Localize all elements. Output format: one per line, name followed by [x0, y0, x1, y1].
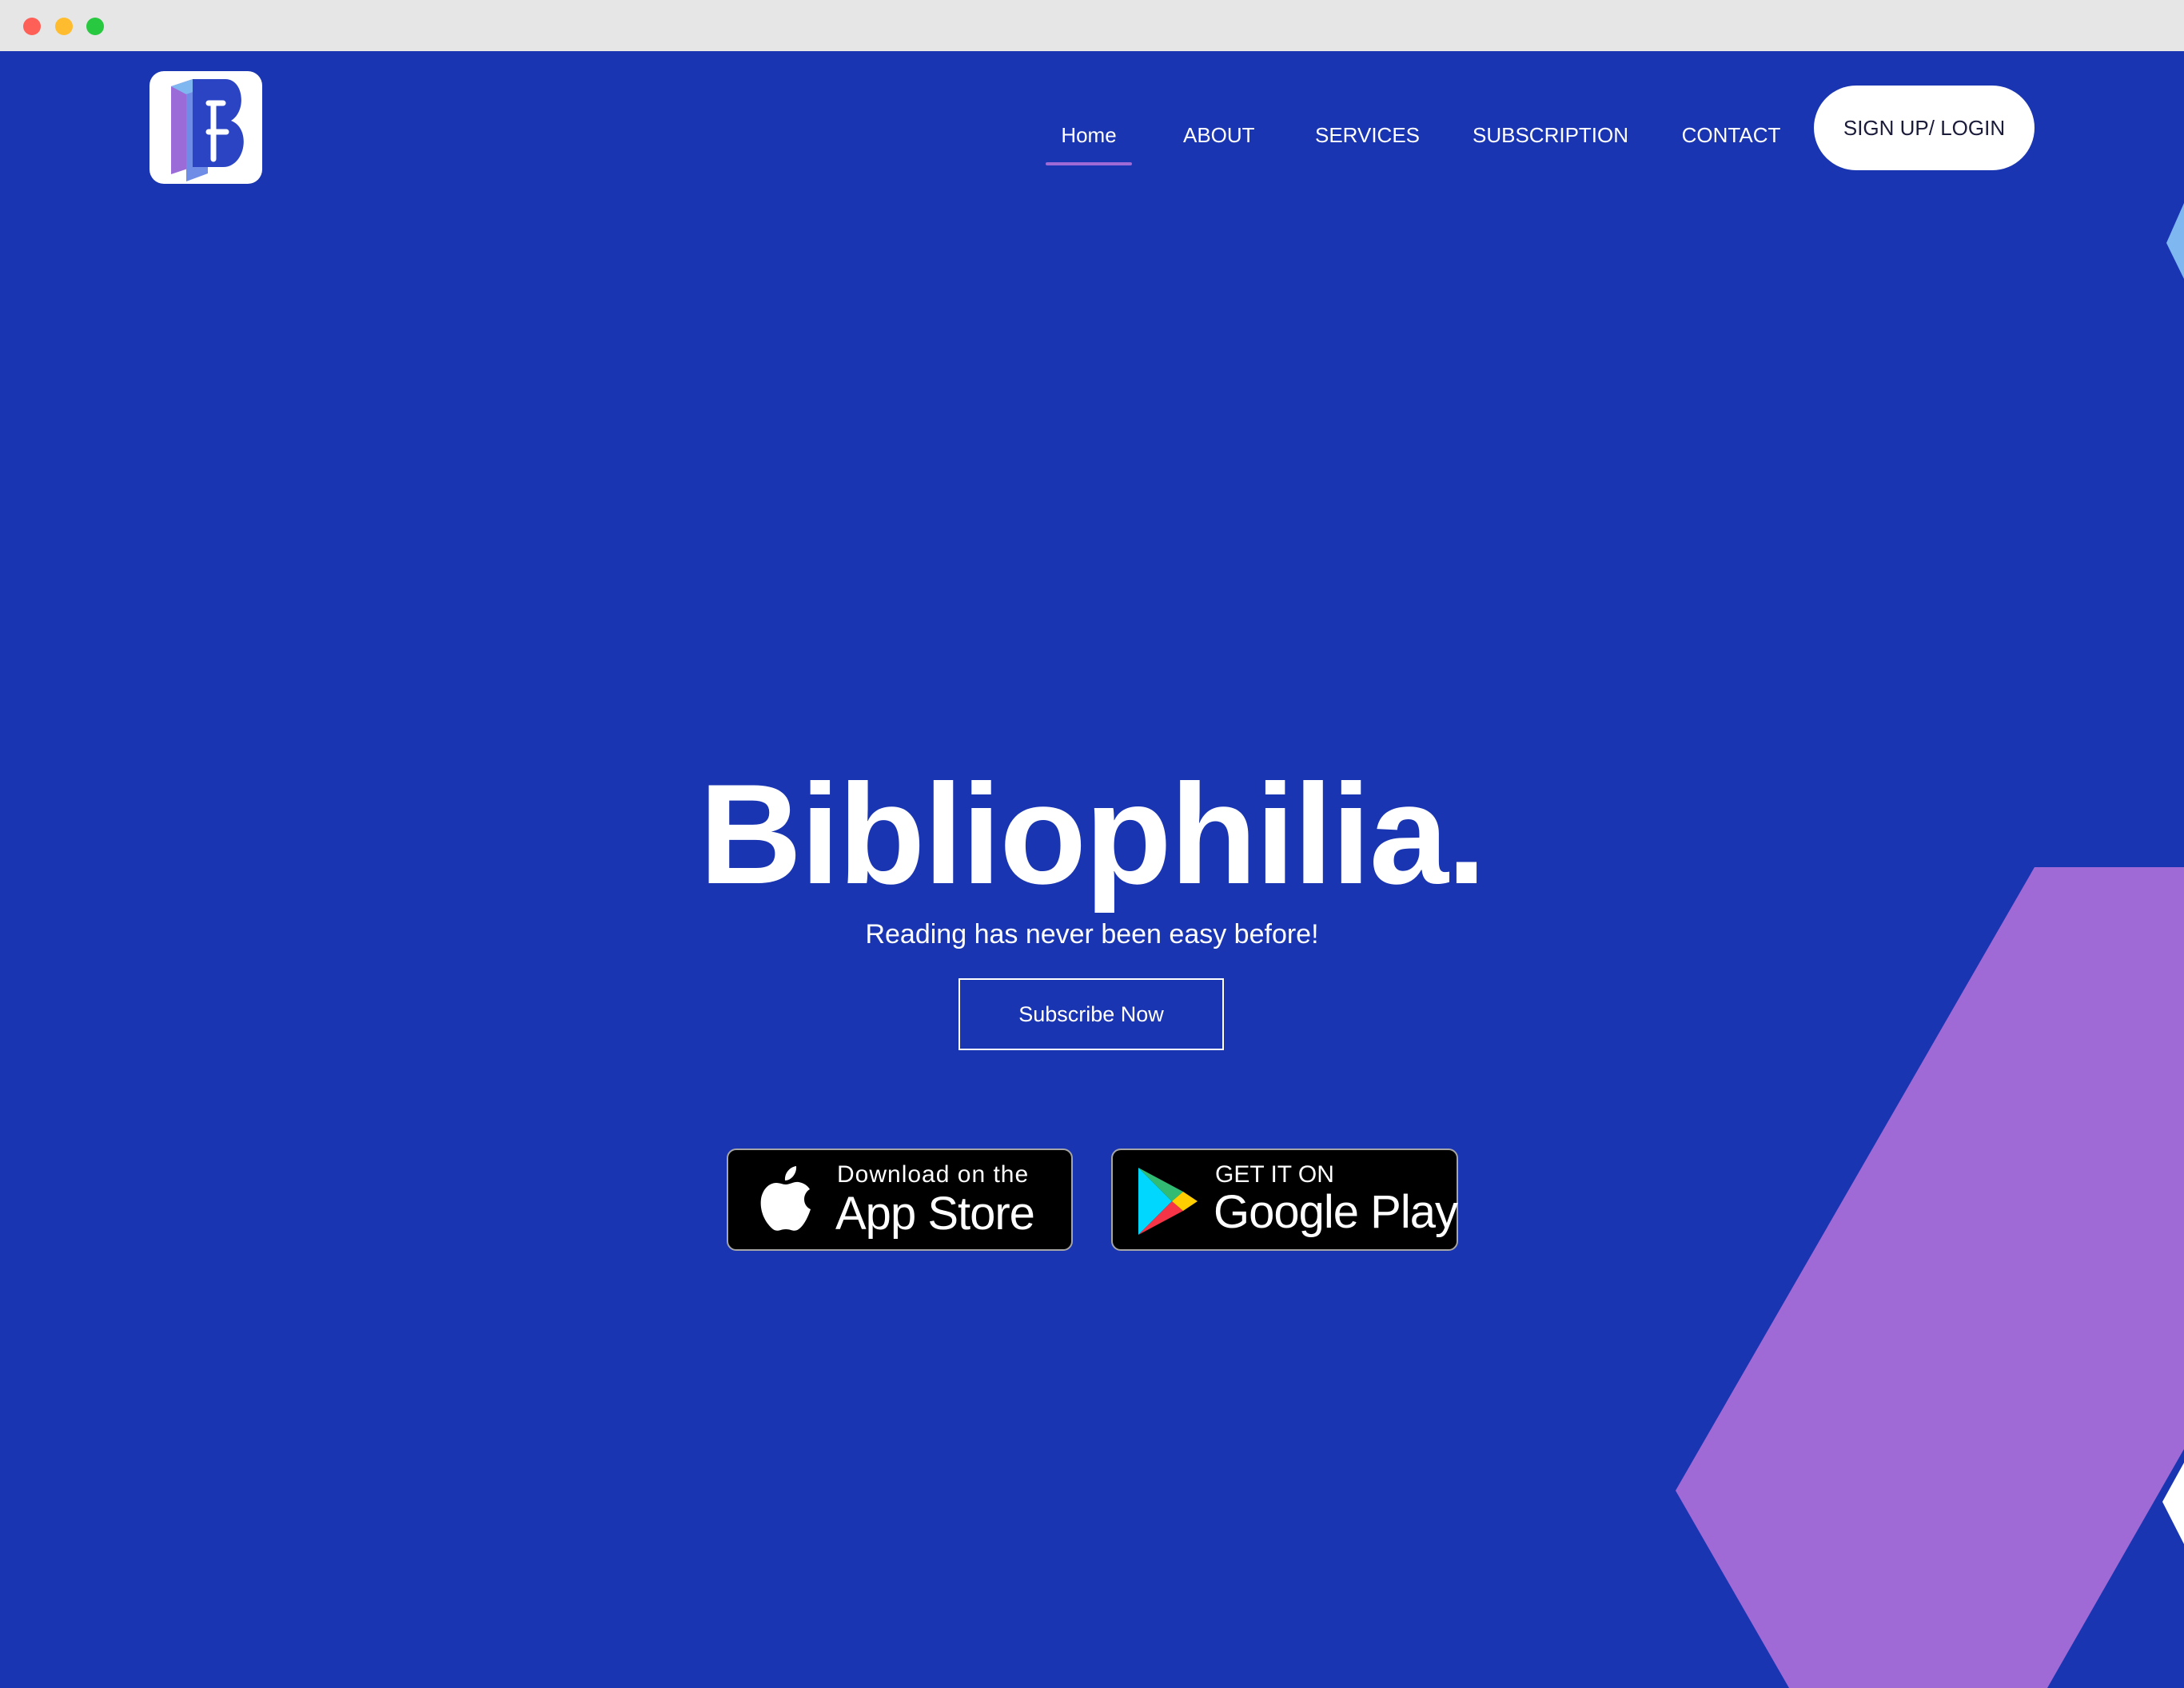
signup-login-button[interactable]: SIGN UP/ LOGIN — [1814, 86, 2035, 170]
app-store-badge[interactable]: Download on the App Store — [727, 1149, 1073, 1251]
nav-home-link[interactable]: Home — [1046, 111, 1132, 165]
maximize-window-button[interactable] — [86, 18, 104, 35]
nav-services-link[interactable]: SERVICES — [1315, 111, 1420, 159]
google-play-small-text: GET IT ON — [1215, 1161, 1334, 1188]
hero-subtitle: Reading has never been easy before! — [865, 919, 1319, 950]
minimize-window-button[interactable] — [55, 18, 73, 35]
google-play-icon — [1138, 1168, 1198, 1235]
nav-about-link[interactable]: ABOUT — [1183, 111, 1255, 159]
main-navigation: Home ABOUT SERVICES SUBSCRIPTION CONTACT… — [0, 51, 2184, 227]
app-store-big-text: App Store — [835, 1188, 1035, 1240]
nav-contact-link[interactable]: CONTACT — [1680, 111, 1782, 159]
hero-title: Bibliophilia. — [699, 754, 1487, 914]
apple-icon — [760, 1166, 811, 1231]
subscribe-now-button[interactable]: Subscribe Now — [958, 978, 1224, 1050]
google-play-big-text: Google Play — [1214, 1186, 1458, 1238]
close-window-button[interactable] — [23, 18, 41, 35]
browser-title-bar — [0, 0, 2184, 51]
nav-subscription-link[interactable]: SUBSCRIPTION — [1473, 111, 1628, 159]
decorative-purple-hexagon — [1676, 867, 2184, 1688]
landing-page: Home ABOUT SERVICES SUBSCRIPTION CONTACT… — [0, 51, 2184, 1688]
app-store-small-text: Download on the — [837, 1161, 1030, 1188]
google-play-badge[interactable]: GET IT ON Google Play — [1111, 1149, 1458, 1251]
